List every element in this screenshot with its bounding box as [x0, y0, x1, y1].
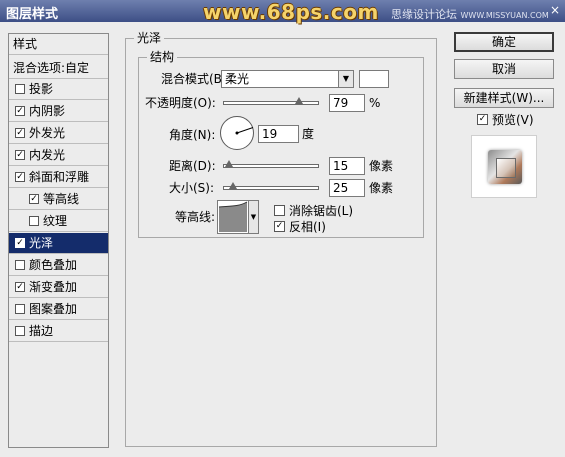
preview-checkbox[interactable]: ✓ [477, 114, 488, 125]
style-item-checkbox[interactable]: ✓ [15, 150, 25, 160]
size-slider-thumb[interactable] [228, 182, 237, 189]
style-item-bevel-emboss[interactable]: ✓ 斜面和浮雕 [9, 167, 108, 188]
close-icon[interactable]: × [548, 3, 562, 17]
new-style-button[interactable]: 新建样式(W)... [454, 88, 554, 108]
watermark-main: www.68ps.com [203, 0, 379, 24]
invert-label: 反相(I) [289, 220, 326, 234]
blend-color-swatch[interactable] [359, 70, 389, 88]
dialog-title: 图层样式 [6, 7, 59, 22]
satin-group-title: 光泽 [134, 31, 165, 45]
style-item-checkbox[interactable]: ✓ [15, 128, 25, 138]
style-item-contour[interactable]: ✓ 等高线 [9, 189, 108, 210]
anti-alias-checkbox[interactable] [274, 205, 285, 216]
blend-options-item[interactable]: 混合选项:自定 [9, 58, 108, 79]
angle-dial-needle [235, 127, 254, 135]
distance-value: 15 [333, 159, 349, 173]
style-item-checkbox[interactable]: ✓ [15, 172, 25, 182]
angle-dial[interactable] [220, 116, 254, 150]
preview-label: 预览(V) [492, 113, 534, 127]
watermark-side-text: 思缘设计论坛 [391, 8, 457, 21]
style-item-checkbox[interactable] [29, 216, 39, 226]
cancel-button[interactable]: 取消 [454, 59, 554, 79]
size-value: 25 [333, 181, 349, 195]
distance-label: 距离(D): [169, 159, 216, 173]
contour-curve-icon [218, 201, 248, 232]
style-item-outer-glow[interactable]: ✓ 外发光 [9, 123, 108, 144]
style-preview-thumbnail [471, 135, 537, 198]
style-item-inner-shadow[interactable]: ✓ 内阴影 [9, 101, 108, 122]
style-item-gradient-overlay[interactable]: ✓ 渐变叠加 [9, 277, 108, 298]
style-item-label: 外发光 [29, 126, 66, 140]
style-item-checkbox[interactable]: ✓ [15, 238, 25, 248]
style-item-checkbox[interactable]: ✓ [29, 194, 39, 204]
styles-list: 样式 混合选项:自定 投影 ✓ 内阴影 ✓ 外发光 ✓ 内发光 ✓ 斜面和浮雕 … [8, 33, 109, 448]
size-slider-track[interactable] [223, 186, 319, 190]
style-item-label: 内阴影 [29, 104, 66, 118]
chevron-down-icon[interactable]: ▼ [248, 201, 258, 233]
style-item-checkbox[interactable] [15, 260, 25, 270]
structure-group-title: 结构 [147, 50, 178, 64]
contour-label: 等高线: [175, 210, 216, 224]
title-bar: 图层样式 www.68ps.com 思缘设计论坛 WWW.MISSYUAN.CO… [0, 0, 565, 24]
size-unit: 像素 [369, 181, 394, 195]
watermark-side-url: WWW.MISSYUAN.COM [460, 11, 549, 20]
contour-picker[interactable]: ▼ [217, 200, 259, 234]
opacity-slider-track[interactable] [223, 101, 319, 105]
styles-list-header-label: 样式 [13, 37, 38, 51]
style-item-label: 纹理 [43, 214, 68, 228]
angle-value: 19 [262, 127, 278, 141]
style-item-label: 渐变叠加 [29, 280, 78, 294]
angle-label: 角度(N): [169, 128, 216, 142]
blend-options-label: 混合选项:自定 [13, 61, 90, 75]
distance-slider-track[interactable] [223, 164, 319, 168]
opacity-label: 不透明度(O): [145, 96, 216, 110]
style-item-texture[interactable]: 纹理 [9, 211, 108, 232]
style-item-satin[interactable]: ✓ 光泽 [9, 233, 108, 254]
styles-list-header[interactable]: 样式 [9, 34, 108, 55]
distance-input[interactable]: 15 [329, 157, 365, 175]
size-input[interactable]: 25 [329, 179, 365, 197]
style-item-color-overlay[interactable]: 颜色叠加 [9, 255, 108, 276]
chevron-down-icon[interactable]: ▼ [338, 71, 353, 87]
watermark-side: 思缘设计论坛 WWW.MISSYUAN.COM [391, 6, 549, 22]
angle-unit: 度 [302, 127, 315, 141]
style-item-checkbox[interactable] [15, 84, 25, 94]
style-item-drop-shadow[interactable]: 投影 [9, 79, 108, 100]
style-item-label: 图案叠加 [29, 302, 78, 316]
style-item-label: 描边 [29, 324, 54, 338]
distance-unit: 像素 [369, 159, 394, 173]
distance-slider-thumb[interactable] [224, 160, 233, 167]
size-label: 大小(S): [169, 181, 215, 195]
style-item-stroke[interactable]: 描边 [9, 321, 108, 342]
style-item-checkbox[interactable] [15, 326, 25, 336]
style-item-label: 颜色叠加 [29, 258, 78, 272]
invert-checkbox[interactable]: ✓ [274, 221, 285, 232]
layer-style-dialog: 图层样式 www.68ps.com 思缘设计论坛 WWW.MISSYUAN.CO… [0, 0, 565, 457]
style-item-checkbox[interactable]: ✓ [15, 106, 25, 116]
style-preview-swatch [488, 150, 522, 184]
style-item-label: 等高线 [43, 192, 80, 206]
style-item-inner-glow[interactable]: ✓ 内发光 [9, 145, 108, 166]
style-item-checkbox[interactable] [15, 304, 25, 314]
opacity-value: 79 [333, 96, 349, 110]
style-item-label: 投影 [29, 82, 54, 96]
style-item-label: 光泽 [29, 236, 54, 250]
opacity-input[interactable]: 79 [329, 94, 365, 112]
style-item-checkbox[interactable]: ✓ [15, 282, 25, 292]
ok-button[interactable]: 确定 [454, 32, 554, 52]
blend-mode-value: 柔光 [225, 72, 250, 86]
blend-mode-select[interactable]: 柔光 ▼ [221, 70, 354, 88]
anti-alias-label: 消除锯齿(L) [289, 204, 354, 218]
style-item-pattern-overlay[interactable]: 图案叠加 [9, 299, 108, 320]
style-item-label: 内发光 [29, 148, 66, 162]
style-item-label: 斜面和浮雕 [29, 170, 90, 184]
opacity-unit: % [369, 96, 381, 110]
angle-input[interactable]: 19 [258, 125, 299, 143]
opacity-slider-thumb[interactable] [294, 97, 303, 104]
